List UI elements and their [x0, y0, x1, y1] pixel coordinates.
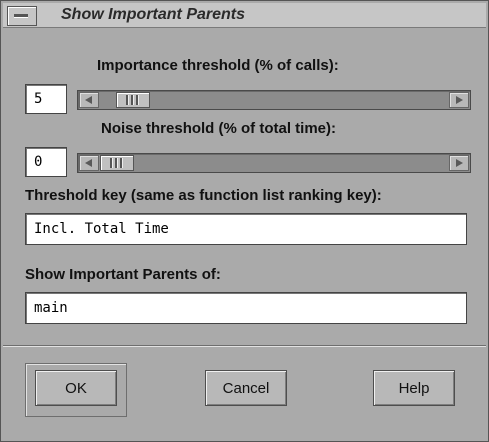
threshold-key-field[interactable]: Incl. Total Time [25, 213, 467, 245]
importance-threshold-field[interactable]: 5 [25, 84, 67, 114]
help-button[interactable]: Help [373, 370, 455, 406]
arrow-right-icon [456, 96, 463, 104]
grip-line [120, 158, 123, 168]
grip-line [110, 158, 113, 168]
slider-right-arrow[interactable] [449, 92, 469, 108]
window-title: Show Important Parents [61, 6, 246, 23]
importance-threshold-slider[interactable] [77, 90, 471, 110]
dialog-window: Show Important Parents Importance thresh… [0, 0, 489, 442]
noise-slider-thumb[interactable] [100, 155, 134, 171]
importance-slider-thumb[interactable] [116, 92, 150, 108]
grip-line [115, 158, 118, 168]
threshold-key-label: Threshold key (same as function list ran… [25, 187, 382, 204]
window-menu-icon [14, 14, 28, 18]
arrow-left-icon [85, 159, 92, 167]
show-parents-field[interactable]: main [25, 292, 467, 324]
cancel-button[interactable]: Cancel [205, 370, 287, 406]
grip-line [131, 95, 134, 105]
importance-threshold-label: Importance threshold (% of calls): [97, 57, 339, 74]
slider-left-arrow[interactable] [79, 155, 99, 171]
noise-threshold-label: Noise threshold (% of total time): [101, 120, 337, 137]
noise-threshold-slider[interactable] [77, 153, 471, 173]
show-parents-label: Show Important Parents of: [25, 266, 221, 283]
slider-right-arrow[interactable] [449, 155, 469, 171]
grip-line [126, 95, 129, 105]
slider-left-arrow[interactable] [79, 92, 99, 108]
title-bar[interactable]: Show Important Parents [3, 3, 486, 28]
button-area-separator [3, 345, 486, 347]
ok-button[interactable]: OK [35, 370, 117, 406]
arrow-right-icon [456, 159, 463, 167]
noise-threshold-field[interactable]: 0 [25, 147, 67, 177]
window-menu-button[interactable] [7, 6, 37, 26]
arrow-left-icon [85, 96, 92, 104]
grip-line [136, 95, 139, 105]
